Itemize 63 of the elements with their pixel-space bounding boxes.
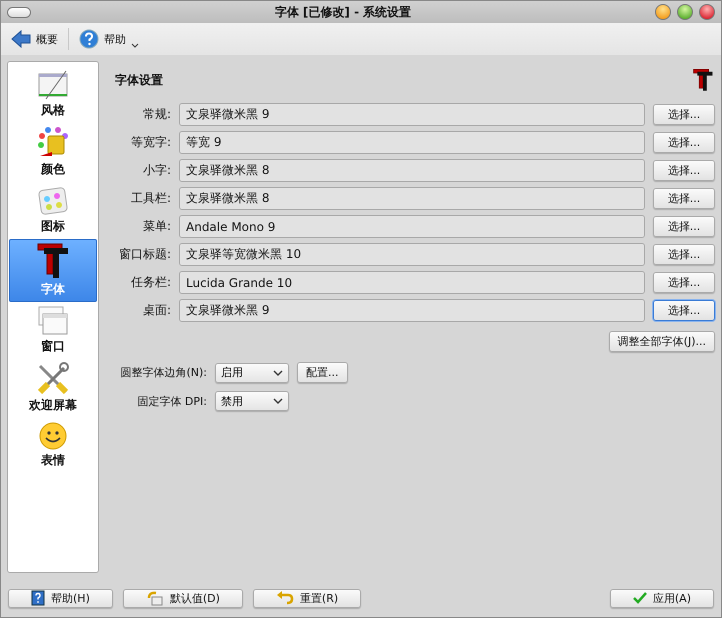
window-style-icon [36,69,70,101]
font-icon [691,68,715,92]
field-label: 小字: [142,162,171,179]
caret-icon [131,43,139,49]
dropdown[interactable]: 禁用 [215,391,289,411]
font-field[interactable]: 文泉驿微米黑 9 [179,299,645,322]
maximize-button[interactable] [677,4,693,20]
back-arrow-icon [11,30,31,48]
choose-button[interactable]: 选择... [653,300,715,321]
help-button[interactable]: 帮助(H) [8,588,113,608]
smiley-icon [38,421,68,451]
section-title: 字体设置 [115,72,163,88]
sidebar-item[interactable]: 风格 [9,66,97,123]
choose-button[interactable]: 选择... [653,160,715,181]
choose-button[interactable]: 选择... [653,132,715,153]
field-label: 桌面: [142,302,171,319]
configure-button[interactable]: 配置... [297,362,348,383]
undo-arrow-icon [146,590,164,606]
font-field[interactable]: 等宽 9 [179,131,645,154]
font-field[interactable]: 文泉驿微米黑 8 [179,187,645,210]
choose-button[interactable]: 选择... [653,272,715,293]
field-label: 菜单: [142,218,171,235]
close-button[interactable] [699,4,715,20]
font-field[interactable]: 文泉驿等宽微米黑 10 [179,243,645,266]
font-field[interactable]: Lucida Grande 10 [179,271,645,294]
field-label: 工具栏: [130,190,171,207]
windows-icon [36,305,70,337]
choose-button[interactable]: 选择... [653,216,715,237]
help-button[interactable]: 帮助 [75,27,143,51]
choose-button[interactable]: 选择... [653,244,715,265]
checkmark-icon [632,592,647,604]
sidebar-item[interactable]: 图标 [9,182,97,239]
help-book-icon [31,590,45,606]
minimize-button[interactable] [655,4,671,20]
sidebar-item[interactable]: 颜色 [9,123,97,182]
field-label: 任务栏: [130,274,171,291]
field-label: 常规: [142,106,171,123]
option-label: 圆整字体边角(N): [119,365,207,380]
sidebar-item[interactable]: 窗口 [9,302,97,359]
apply-button[interactable]: 应用(A) [610,588,714,608]
chevron-icon [273,398,283,404]
sidebar-item[interactable]: 欢迎屏幕 [9,359,97,418]
back-button[interactable]: 概要 [7,28,62,50]
font-field[interactable]: 文泉驿微米黑 8 [179,159,645,182]
help-icon [79,29,99,49]
choose-button[interactable]: 选择... [653,188,715,209]
defaults-button[interactable]: 默认值(D) [122,588,243,608]
choose-button[interactable]: 选择... [653,104,715,125]
dropdown[interactable]: 启用 [215,362,289,382]
sidebar-item[interactable]: 表情 [9,418,97,473]
chevron-icon [273,370,283,376]
undo-arrow-icon [276,591,294,605]
field-label: 窗口标题: [118,246,171,263]
font-icon [36,242,70,280]
window-title: 字体 [已修改] - 系统设置 [274,4,412,20]
adjust-all-fonts-button[interactable]: 调整全部字体(J)... [608,331,715,352]
font-field[interactable]: Andale Mono 9 [179,215,645,238]
option-label: 固定字体 DPI: [136,394,207,408]
field-label: 等宽字: [130,134,171,151]
tools-icon [36,362,70,396]
reset-button[interactable]: 重置(R) [252,588,362,608]
font-field[interactable]: 文泉驿微米黑 9 [179,103,645,126]
window-menu-button[interactable] [7,6,31,18]
